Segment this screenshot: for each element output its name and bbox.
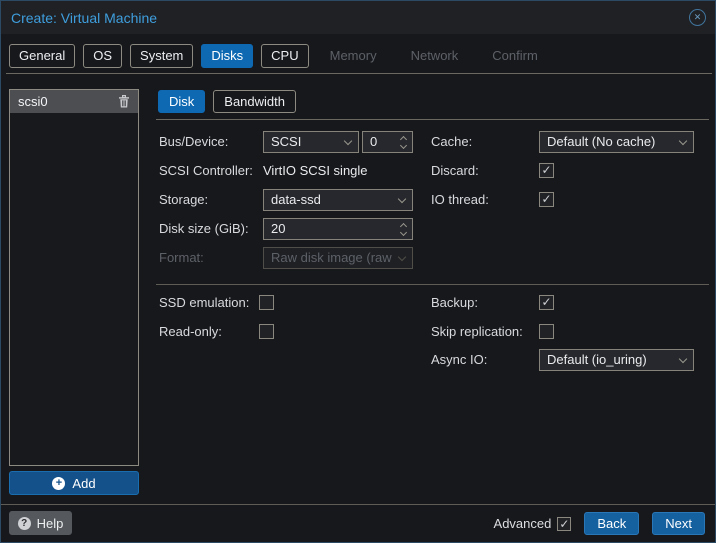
tab-bandwidth[interactable]: Bandwidth [213,90,296,113]
chevron-down-icon [679,355,687,363]
skip-replication-checkbox[interactable] [539,324,554,339]
advanced-checkbox[interactable]: ✓ [557,517,571,531]
advanced-toggle: Advanced ✓ [494,516,572,531]
panel-top-divider [6,73,712,74]
question-circle-icon: ? [18,517,31,530]
bus-device-index: 0 [370,134,377,149]
tabs-divider [156,119,709,120]
dialog-titlebar: Create: Virtual Machine ✕ [1,1,715,34]
footer-divider [1,504,716,505]
disk-list-panel: scsi0 [9,89,139,466]
tab-memory: Memory [317,44,390,68]
cache-label: Cache: [431,131,472,153]
tab-os[interactable]: OS [83,44,122,68]
help-button[interactable]: ? Help [9,511,72,535]
create-vm-dialog: Create: Virtual Machine ✕ General OS Sys… [0,0,716,543]
backup-checkbox[interactable]: ✓ [539,295,554,310]
read-only-checkbox[interactable] [259,324,274,339]
io-thread-label: IO thread: [431,189,489,211]
disk-size-label: Disk size (GiB): [159,218,249,240]
plus-circle-icon: + [52,477,65,490]
tab-general[interactable]: General [9,44,75,68]
add-disk-button-label: Add [72,476,95,491]
cache-value: Default (No cache) [547,134,655,149]
back-button[interactable]: Back [584,512,639,535]
tab-system[interactable]: System [130,44,193,68]
advanced-section-divider [156,284,709,285]
spinner-down-icon[interactable] [400,229,407,236]
disk-item-label: scsi0 [18,94,118,109]
chevron-down-icon [398,253,406,261]
disk-detail-tab-bar: Disk Bandwidth [158,90,296,113]
disk-size-value: 20 [271,221,285,236]
io-thread-checkbox[interactable]: ✓ [539,192,554,207]
scsi-controller-value: VirtIO SCSI single [263,160,368,182]
advanced-label: Advanced [494,516,552,531]
read-only-label: Read-only: [159,321,222,343]
discard-checkbox[interactable]: ✓ [539,163,554,178]
tab-confirm: Confirm [479,44,551,68]
format-value: Raw disk image (raw [271,250,392,265]
format-label: Format: [159,247,204,269]
disk-size-input[interactable]: 20 [263,218,413,240]
tab-disk[interactable]: Disk [158,90,205,113]
async-io-select[interactable]: Default (io_uring) [539,349,694,371]
disk-item-scsi0[interactable]: scsi0 [10,90,138,113]
dialog-title: Create: Virtual Machine [11,10,157,26]
format-select: Raw disk image (raw [263,247,413,269]
chevron-down-icon [344,137,352,145]
async-io-label: Async IO: [431,349,487,371]
bus-device-number[interactable]: 0 [362,131,413,153]
scsi-controller-label: SCSI Controller: [159,160,253,182]
close-icon[interactable]: ✕ [689,9,706,26]
tab-network: Network [398,44,472,68]
chevron-down-icon [679,137,687,145]
chevron-down-icon [398,195,406,203]
tab-disks[interactable]: Disks [201,44,253,68]
async-io-value: Default (io_uring) [547,352,647,367]
next-button[interactable]: Next [652,512,705,535]
backup-label: Backup: [431,292,478,314]
help-button-label: Help [37,516,64,531]
wizard-tab-bar: General OS System Disks CPU Memory Netwo… [9,44,551,68]
storage-label: Storage: [159,189,208,211]
storage-value: data-ssd [271,192,321,207]
tab-cpu[interactable]: CPU [261,44,308,68]
bus-device-value: SCSI [271,134,301,149]
storage-select[interactable]: data-ssd [263,189,413,211]
add-disk-button[interactable]: + Add [9,471,139,495]
skip-replication-label: Skip replication: [431,321,523,343]
spinner-down-icon[interactable] [400,142,407,149]
footer-actions: Advanced ✓ Back Next [494,512,705,535]
bus-device-select[interactable]: SCSI [263,131,359,153]
ssd-emulation-label: SSD emulation: [159,292,249,314]
discard-label: Discard: [431,160,479,182]
trash-icon[interactable] [118,95,130,108]
ssd-emulation-checkbox[interactable] [259,295,274,310]
bus-device-label: Bus/Device: [159,131,228,153]
cache-select[interactable]: Default (No cache) [539,131,694,153]
